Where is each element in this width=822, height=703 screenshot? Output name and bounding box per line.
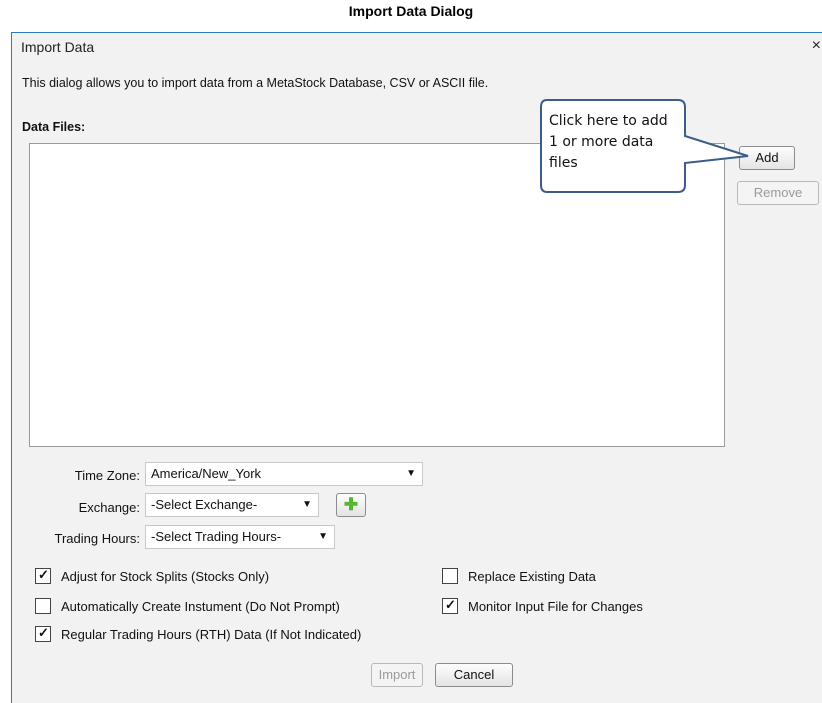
checkbox-label: Monitor Input File for Changes (468, 598, 643, 614)
dialog-description: This dialog allows you to import data fr… (22, 76, 489, 90)
checkbox-label: Automatically Create Instument (Do Not P… (61, 598, 340, 614)
check-icon: ✓ (38, 625, 49, 640)
check-icon: ✓ (445, 597, 456, 612)
checkbox-replace-data[interactable]: Replace Existing Data (442, 568, 596, 584)
chevron-down-icon: ▼ (302, 499, 312, 510)
exchange-select[interactable]: -Select Exchange- ▼ (145, 493, 319, 517)
checkbox-box[interactable] (35, 598, 51, 614)
close-icon[interactable]: × (812, 37, 821, 55)
trading-hours-value: -Select Trading Hours- (151, 529, 282, 544)
cancel-button[interactable]: Cancel (435, 663, 513, 687)
checkbox-rth[interactable]: ✓ Regular Trading Hours (RTH) Data (If N… (35, 625, 362, 642)
check-icon: ✓ (38, 567, 49, 582)
checkbox-adjust-splits[interactable]: ✓ Adjust for Stock Splits (Stocks Only) (35, 567, 270, 584)
time-zone-label: Time Zone: (74, 468, 140, 483)
checkbox-box[interactable]: ✓ (35, 625, 51, 642)
plus-icon: ✚ (343, 495, 359, 514)
exchange-label: Exchange: (78, 500, 140, 515)
trading-hours-label: Trading Hours: (54, 531, 141, 546)
import-data-dialog: Import Data × This dialog allows you to … (11, 32, 822, 703)
trading-hours-select[interactable]: -Select Trading Hours- ▼ (145, 525, 335, 549)
dialog-title: Import Data (21, 39, 95, 55)
checkbox-box[interactable]: ✓ (35, 567, 51, 584)
data-files-label: Data Files: (22, 120, 86, 134)
checkbox-label: Adjust for Stock Splits (Stocks Only) (61, 568, 270, 584)
checkbox-label: Regular Trading Hours (RTH) Data (If Not… (61, 626, 362, 642)
figure-caption: Import Data Dialog (348, 3, 474, 19)
time-zone-select[interactable]: America/New_York ▼ (145, 462, 423, 486)
checkbox-box[interactable]: ✓ (442, 597, 458, 614)
checkbox-monitor-file[interactable]: ✓ Monitor Input File for Changes (442, 597, 643, 614)
add-exchange-button[interactable]: ✚ (336, 493, 366, 517)
checkbox-auto-create[interactable]: Automatically Create Instument (Do Not P… (35, 598, 340, 614)
checkbox-box[interactable] (442, 568, 458, 584)
exchange-value: -Select Exchange- (151, 497, 258, 512)
callout-text: Click here to add 1 or more data files (549, 113, 668, 171)
checkbox-label: Replace Existing Data (468, 568, 596, 584)
time-zone-value: America/New_York (151, 466, 262, 481)
chevron-down-icon: ▼ (406, 468, 416, 479)
chevron-down-icon: ▼ (318, 531, 328, 542)
import-button[interactable]: Import (371, 663, 423, 687)
